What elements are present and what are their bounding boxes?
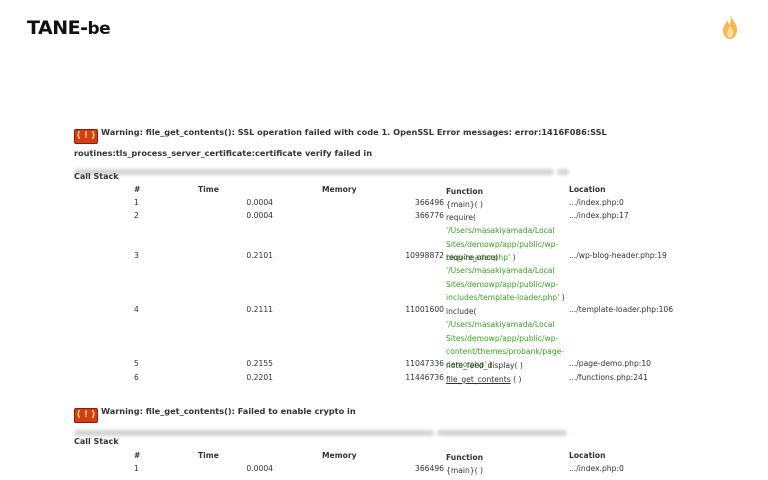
warning-text: Warning: file_get_contents(): SSL operat… bbox=[74, 127, 607, 158]
table-row: 3 0.2101 10998872 require_once( '/Users/… bbox=[74, 251, 694, 305]
cell-location: .../wp-blog-header.php:19 bbox=[569, 251, 667, 260]
col-time-header: Time bbox=[198, 451, 219, 460]
call-stack-label: Call Stack bbox=[74, 172, 119, 181]
logo-suffix: be bbox=[87, 19, 111, 39]
cell-location: .../template-loader.php:106 bbox=[569, 305, 674, 314]
col-location-header: Location bbox=[569, 451, 606, 460]
col-function-header: Function bbox=[446, 187, 483, 196]
warning-badge: ( ! ) bbox=[74, 408, 98, 423]
cell-location: .../page-demo.php:10 bbox=[569, 359, 651, 368]
cell-time: 0.2155 bbox=[246, 359, 273, 368]
flame-icon[interactable] bbox=[720, 14, 740, 40]
col-memory-header: Memory bbox=[322, 185, 357, 194]
cell-num: 3 bbox=[134, 251, 139, 260]
cell-memory: 366776 bbox=[415, 211, 444, 220]
cell-location: .../index.php:17 bbox=[569, 211, 629, 220]
cell-num: 5 bbox=[134, 359, 139, 368]
php-manual-link[interactable]: file_get_contents bbox=[446, 375, 511, 384]
col-time-header: Time bbox=[198, 185, 219, 194]
cell-time: 0.0004 bbox=[246, 198, 273, 207]
cell-memory: 11047336 bbox=[405, 359, 444, 368]
cell-time: 0.0004 bbox=[246, 464, 273, 473]
warning-badge: ( ! ) bbox=[74, 129, 98, 144]
table-row: 4 0.2111 11001600 include( '/Users/masak… bbox=[74, 305, 694, 369]
logo-text: TANE bbox=[27, 17, 81, 39]
call-stack-table: # Time Memory Function Location 1 0.0004… bbox=[74, 185, 694, 387]
cell-memory: 366496 bbox=[415, 464, 444, 473]
warning-message: ( ! ) Warning: file_get_contents(): SSL o… bbox=[74, 123, 694, 180]
cell-location: .../functions.php:241 bbox=[569, 373, 648, 382]
table-row: 6 0.2201 11446736 file_get_contents ( ) … bbox=[74, 373, 694, 387]
cell-memory: 366496 bbox=[415, 198, 444, 207]
redacted-path bbox=[74, 168, 554, 175]
cell-memory: 11001600 bbox=[405, 305, 444, 314]
cell-num: 2 bbox=[134, 211, 139, 220]
col-location-header: Location bbox=[569, 185, 606, 194]
cell-function: {main}( ) bbox=[446, 200, 483, 209]
cell-memory: 11446736 bbox=[405, 373, 444, 382]
cell-time: 0.0004 bbox=[246, 211, 273, 220]
cell-time: 0.2101 bbox=[246, 251, 273, 260]
redacted-path bbox=[436, 429, 567, 436]
table-row: 1 0.0004 366496 {main}( ) .../index.php:… bbox=[74, 464, 694, 477]
table-row: 5 0.2155 11047336 note_feed_display( ) .… bbox=[74, 359, 694, 373]
warning-text: Warning: file_get_contents(): Failed to … bbox=[101, 406, 356, 416]
table-header: # Time Memory Function Location bbox=[74, 185, 694, 198]
cell-function: file_get_contents ( ) bbox=[446, 375, 522, 384]
warning-message: ( ! ) Warning: file_get_contents(): Faile… bbox=[74, 402, 694, 441]
cell-num: 1 bbox=[134, 198, 139, 207]
table-row: 1 0.0004 366496 {main}( ) .../index.php:… bbox=[74, 198, 694, 211]
table-row: 2 0.0004 366776 require( '/Users/masakiy… bbox=[74, 211, 694, 262]
cell-location: .../index.php:0 bbox=[569, 198, 624, 207]
cell-function: note_feed_display( ) bbox=[446, 361, 523, 370]
col-num-header: # bbox=[134, 185, 141, 194]
site-logo[interactable]: TANE-be bbox=[27, 17, 111, 39]
col-memory-header: Memory bbox=[322, 451, 357, 460]
call-stack-label: Call Stack bbox=[74, 437, 119, 446]
table-header: # Time Memory Function Location bbox=[74, 451, 694, 464]
col-function-header: Function bbox=[446, 453, 483, 462]
cell-function: require_once( '/Users/masakiyamada/Local… bbox=[446, 253, 565, 302]
cell-function: {main}( ) bbox=[446, 466, 483, 475]
cell-time: 0.2111 bbox=[246, 305, 273, 314]
cell-num: 4 bbox=[134, 305, 139, 314]
cell-num: 6 bbox=[134, 373, 139, 382]
redacted-path bbox=[556, 168, 569, 175]
cell-time: 0.2201 bbox=[246, 373, 273, 382]
redacted-path bbox=[74, 429, 434, 436]
cell-location: .../index.php:0 bbox=[569, 464, 624, 473]
cell-num: 1 bbox=[134, 464, 139, 473]
call-stack-table: # Time Memory Function Location 1 0.0004… bbox=[74, 451, 694, 477]
col-num-header: # bbox=[134, 451, 141, 460]
cell-memory: 10998872 bbox=[405, 251, 444, 260]
